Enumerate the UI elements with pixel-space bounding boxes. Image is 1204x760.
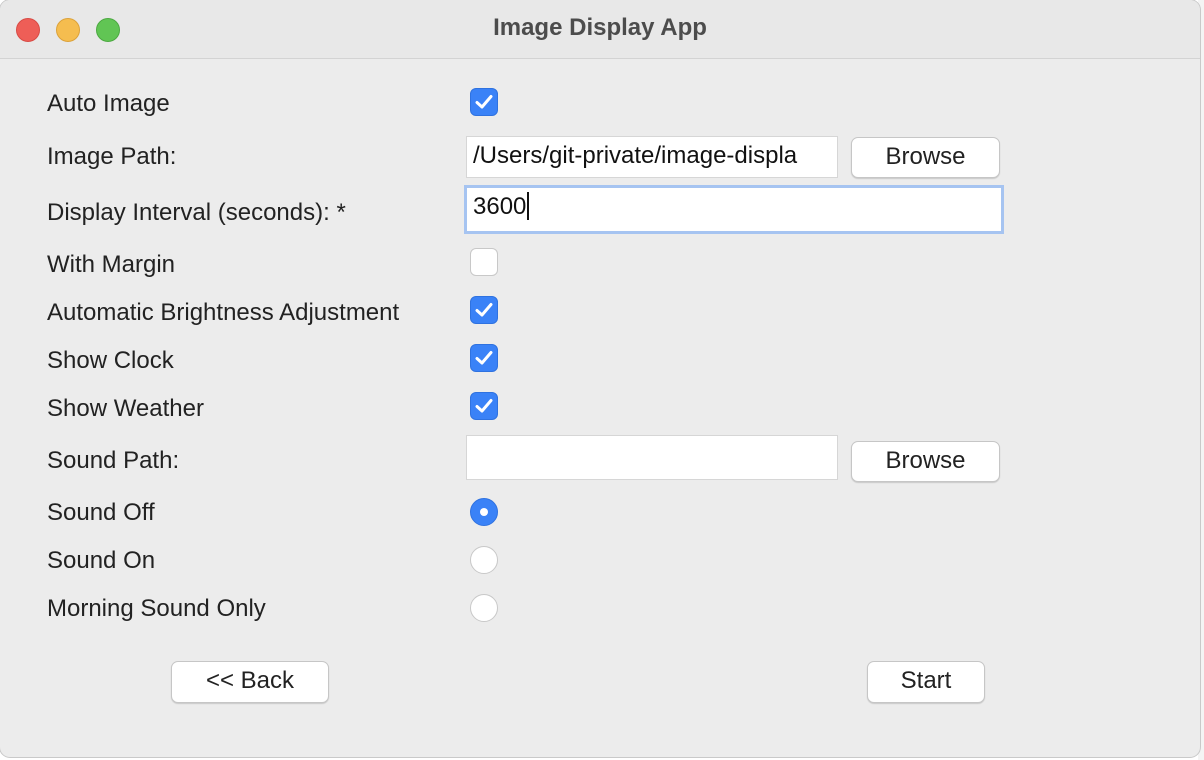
title-bar: Image Display App	[0, 0, 1200, 59]
display-interval-value: 3600	[473, 193, 527, 220]
display-interval-input[interactable]: 3600	[464, 185, 1004, 234]
sound-on-radio[interactable]	[470, 546, 498, 574]
app-window: Image Display App Auto Image Image Path:…	[0, 0, 1200, 757]
sound-off-label: Sound Off	[47, 499, 155, 526]
radio-dot-icon	[480, 508, 488, 516]
show-weather-label: Show Weather	[47, 395, 204, 422]
sound-on-label: Sound On	[47, 547, 156, 574]
text-caret	[527, 191, 530, 220]
checkmark-icon	[475, 95, 493, 109]
auto-image-label: Auto Image	[47, 90, 170, 117]
show-clock-checkbox[interactable]	[470, 344, 498, 372]
morning-sound-only-label: Morning Sound Only	[47, 595, 266, 622]
checkmark-icon	[475, 351, 493, 365]
with-margin-label: With Margin	[47, 251, 176, 278]
display-interval-label: Display Interval (seconds): *	[47, 199, 346, 226]
window-title: Image Display App	[493, 14, 707, 41]
checkmark-icon	[475, 399, 493, 413]
sound-path-browse-button[interactable]: Browse	[851, 441, 1000, 482]
with-margin-checkbox[interactable]	[470, 248, 498, 276]
brightness-label: Automatic Brightness Adjustment	[47, 299, 400, 326]
morning-sound-only-radio[interactable]	[470, 594, 498, 622]
sound-off-radio[interactable]	[470, 498, 498, 526]
brightness-checkbox[interactable]	[470, 296, 498, 324]
show-clock-label: Show Clock	[47, 347, 174, 374]
checkmark-icon	[475, 303, 493, 317]
image-path-input[interactable]: /Users/git-private/image-displa	[466, 136, 838, 178]
sound-path-input[interactable]	[466, 435, 838, 480]
image-path-label: Image Path:	[47, 143, 177, 170]
sound-path-label: Sound Path:	[47, 447, 180, 474]
image-path-browse-button[interactable]: Browse	[851, 137, 1000, 178]
auto-image-checkbox[interactable]	[470, 88, 498, 116]
start-button[interactable]: Start	[867, 661, 985, 703]
show-weather-checkbox[interactable]	[470, 392, 498, 420]
back-button[interactable]: << Back	[171, 661, 329, 703]
